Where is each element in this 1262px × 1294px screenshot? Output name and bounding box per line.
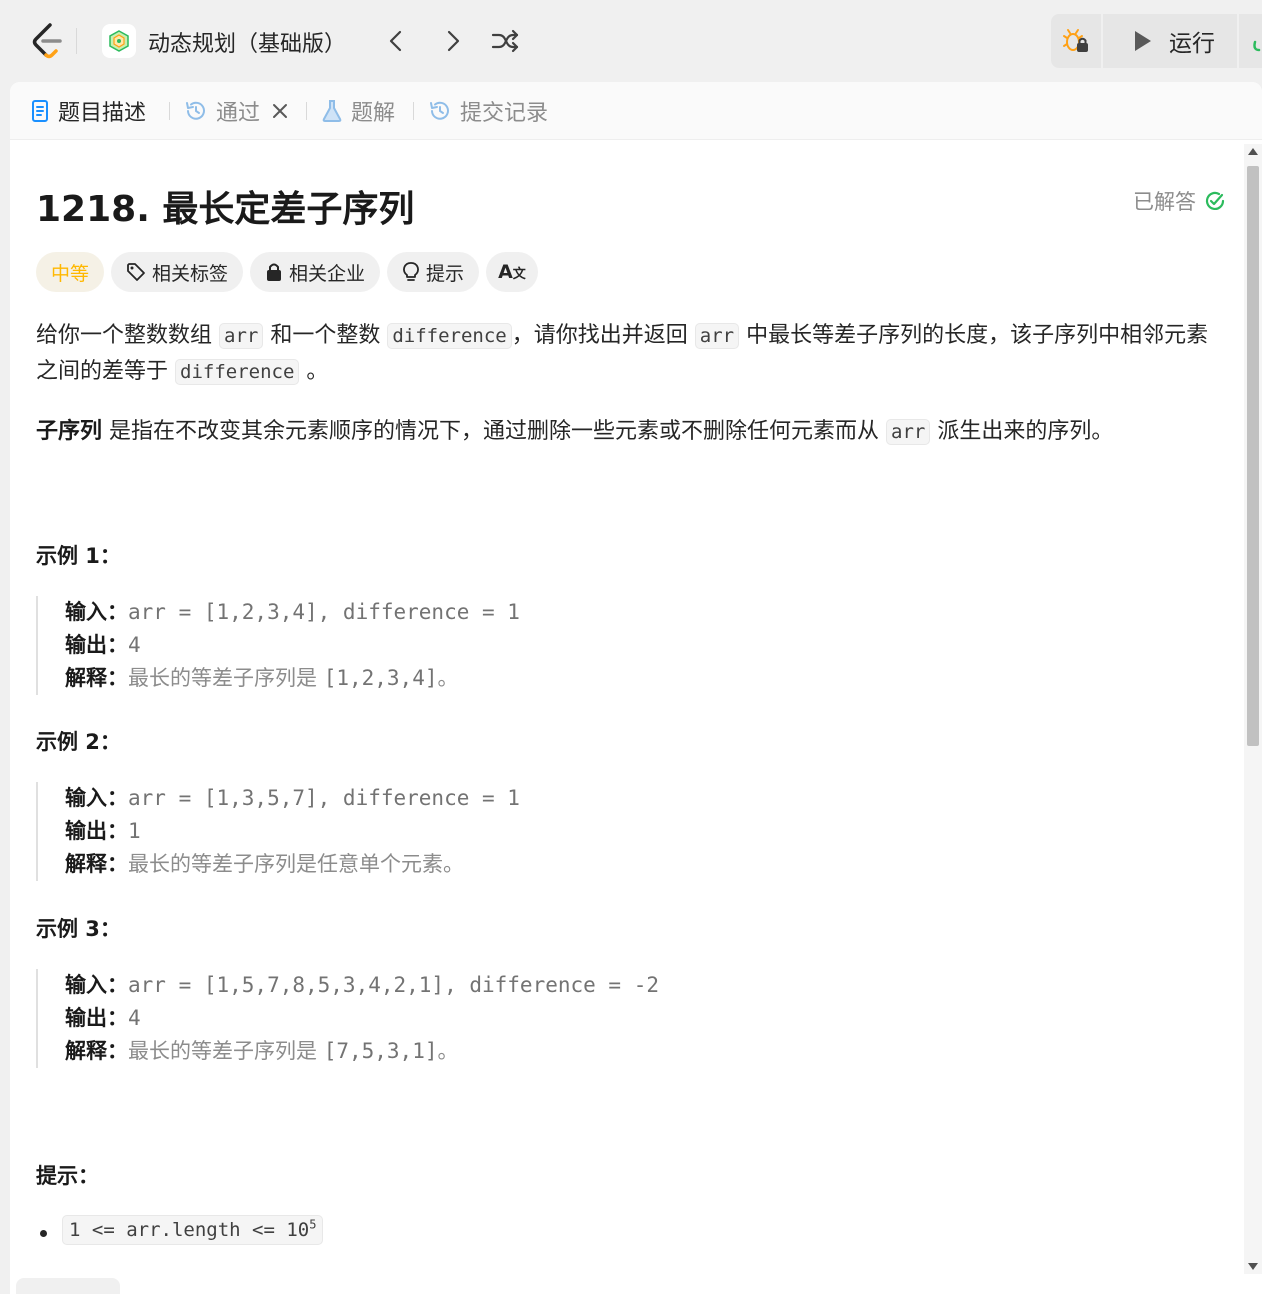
close-icon[interactable] — [270, 101, 290, 121]
problem-title[interactable]: 1218. 最长定差子序列 — [36, 180, 414, 232]
run-toolbar: 运行 — [1051, 14, 1262, 68]
history-icon — [430, 101, 449, 120]
tab-accepted[interactable]: 通过 — [184, 82, 298, 140]
bottom-action-bar — [10, 1278, 1244, 1294]
leetcode-logo-icon[interactable] — [30, 22, 64, 60]
inline-code: difference — [387, 323, 512, 349]
tab-submissions-label: 提交记录 — [460, 101, 549, 126]
next-problem-button[interactable] — [436, 24, 470, 58]
inline-code: arr — [219, 323, 264, 349]
lock-icon — [267, 263, 282, 281]
example-2-title: 示例 2： — [36, 730, 121, 754]
inline-code: difference — [175, 359, 300, 385]
related-companies-label: 相关企业 — [289, 262, 366, 285]
tab-separator — [306, 102, 307, 120]
solved-status-label: 已解答 — [1133, 190, 1196, 214]
debug-button[interactable] — [1051, 14, 1103, 68]
scroll-thumb[interactable] — [1247, 166, 1259, 746]
example-3-title: 示例 3： — [36, 917, 121, 941]
hints-button[interactable]: 提示 — [387, 252, 480, 292]
check-circle-icon — [1205, 191, 1225, 210]
chevron-right-icon — [447, 30, 460, 52]
problem-tags: 中等 相关标签 相关企业 提示 A文 — [36, 252, 545, 292]
run-button-label: 运行 — [1169, 31, 1215, 57]
play-icon — [1135, 31, 1151, 51]
history-icon — [186, 101, 205, 120]
submit-cloud-icon[interactable] — [1251, 28, 1262, 58]
tab-separator — [413, 102, 414, 120]
run-toolbar-divider — [1237, 14, 1239, 68]
translate-icon: A文 — [498, 261, 526, 283]
bullet-dot — [40, 1230, 47, 1237]
document-icon — [32, 100, 48, 122]
example-2-block: 输入：arr = [1,3,5,7], difference = 1 输出：1 … — [36, 782, 736, 881]
example-1-title: 示例 1： — [36, 544, 121, 568]
random-problem-button[interactable] — [488, 24, 522, 58]
scroll-down-arrow-icon[interactable] — [1248, 1263, 1258, 1270]
example-3-block: 输入：arr = [1,5,7,8,5,3,4,2,1], difference… — [36, 969, 736, 1068]
inline-code: arr — [886, 419, 931, 445]
inline-code: arr — [694, 323, 740, 349]
tab-description-label: 题目描述 — [58, 101, 147, 126]
description-paragraph-2: 子序列 是指在不改变其余元素顺序的情况下，通过删除一些元素或不删除任何元素而从 … — [36, 419, 1114, 445]
panel-tabs: 题目描述 通过 题解 提交记录 — [10, 82, 1262, 140]
prev-problem-button[interactable] — [379, 24, 413, 58]
study-plan-icon[interactable] — [102, 24, 136, 58]
tab-solutions[interactable]: 题解 — [321, 82, 395, 140]
bug-lock-icon — [1063, 29, 1088, 52]
related-tags-label: 相关标签 — [152, 262, 229, 285]
tab-submissions[interactable]: 提交记录 — [428, 82, 548, 140]
tag-icon — [127, 263, 145, 281]
study-plan-title[interactable]: 动态规划（基础版） — [148, 26, 346, 58]
translate-button[interactable]: A文 — [486, 252, 538, 292]
solved-status: 已解答 — [1133, 186, 1226, 216]
tab-separator — [169, 102, 170, 120]
scroll-up-arrow-icon[interactable] — [1248, 148, 1258, 155]
tab-description[interactable]: 题目描述 — [30, 82, 146, 140]
problem-panel: 题目描述 通过 题解 提交记录 1218. 最长定差子序列 已解答 中等 相关标… — [10, 82, 1262, 1294]
constraint-1: 1 <= arr.length <= 105 — [62, 1215, 324, 1246]
related-tags-button[interactable]: 相关标签 — [111, 252, 244, 292]
hints-label: 提示 — [426, 262, 465, 285]
example-1-block: 输入：arr = [1,2,3,4], difference = 1 输出：4 … — [36, 596, 736, 695]
topbar-divider — [76, 28, 77, 54]
bottom-action-pill[interactable] — [16, 1278, 120, 1294]
difficulty-badge: 中等 — [36, 252, 105, 292]
shuffle-icon — [491, 29, 519, 53]
related-companies-button[interactable]: 相关企业 — [250, 252, 381, 292]
tab-solutions-label: 题解 — [351, 101, 396, 126]
chevron-left-icon — [389, 30, 402, 52]
vertical-scrollbar[interactable] — [1244, 144, 1262, 1274]
tab-accepted-label: 通过 — [216, 101, 261, 126]
lightbulb-icon — [403, 262, 419, 281]
description-paragraph-1: 给你一个整数数组 arr 和一个整数 difference ，请你找出并返回 ar… — [36, 323, 1209, 385]
run-button[interactable]: 运行 — [1105, 14, 1235, 68]
constraints-title: 提示： — [36, 1164, 99, 1188]
flask-icon — [322, 100, 342, 122]
top-bar: 动态规划（基础版） 运行 — [0, 0, 1262, 82]
